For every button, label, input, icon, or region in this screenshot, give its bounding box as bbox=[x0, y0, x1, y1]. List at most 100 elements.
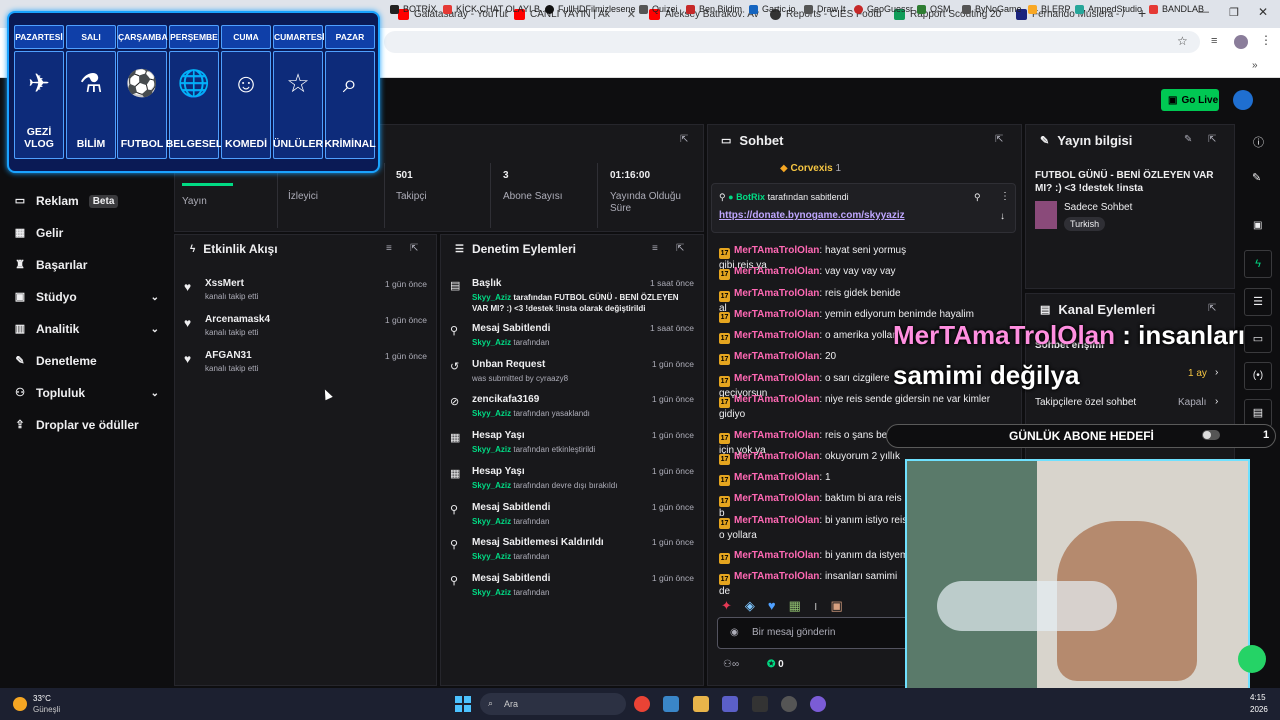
bookmark[interactable]: BOTRİX bbox=[390, 4, 437, 14]
avatar[interactable] bbox=[1233, 90, 1253, 110]
drops-icon: ⇪ bbox=[15, 419, 25, 431]
bookmark[interactable]: AmpedStudio bbox=[1075, 4, 1142, 14]
emote-icon[interactable]: ◈ bbox=[745, 598, 755, 614]
list-item: ♥ Arcenamask4 kanalı takip etti 1 gün ön… bbox=[184, 314, 427, 337]
bookmark[interactable]: BANDLAB bbox=[1149, 4, 1204, 14]
bookmark[interactable]: BLERP bbox=[1028, 4, 1071, 14]
info-icon[interactable]: ⓘ bbox=[1253, 134, 1264, 150]
sidebar-item-analitik[interactable]: ▥ Analitik ⌄ bbox=[14, 322, 159, 336]
sun-icon[interactable] bbox=[13, 697, 27, 711]
chevron-right-icon[interactable]: › bbox=[1215, 396, 1218, 407]
taskbar-search[interactable]: ⌕ Ara bbox=[480, 693, 626, 715]
bookmark[interactable]: Ben Bildim bbox=[686, 4, 742, 14]
moderation-item: ↺ Unban Request was submitted by cyraazy… bbox=[450, 359, 694, 383]
wrench-icon: ✎ bbox=[15, 355, 25, 367]
chevron-down-icon: ⌄ bbox=[150, 291, 159, 303]
subscriber-badge-icon: 17 bbox=[719, 574, 730, 585]
more-icon[interactable]: ⋮ bbox=[1000, 191, 1010, 202]
bookmark-star-icon[interactable]: ☆ bbox=[1177, 34, 1188, 48]
bookmark[interactable]: Quizei bbox=[639, 4, 678, 14]
divider bbox=[597, 163, 598, 228]
bookmark[interactable]: Draw It bbox=[804, 4, 846, 14]
schedule-day: PERŞEMBE 🌐 BELGESEL bbox=[166, 25, 222, 161]
sidebar-item-reklam[interactable]: ▭ Reklam Beta bbox=[14, 194, 159, 208]
subscriber-badge-icon: 17 bbox=[719, 333, 730, 344]
list-icon[interactable]: ☰ bbox=[1244, 288, 1272, 316]
bookmark[interactable]: OSM bbox=[917, 4, 951, 14]
sidebar-item-studyo[interactable]: ▣ Stüdyo ⌄ bbox=[14, 290, 159, 304]
emote-icon[interactable]: ı bbox=[814, 598, 818, 614]
emote-icon[interactable]: ▦ bbox=[789, 598, 801, 614]
sidebar-item-basarilar[interactable]: ♜ Başarılar bbox=[14, 258, 159, 272]
bookmark[interactable]: GeoGuessr bbox=[854, 4, 913, 14]
schedule-day: PAZARTESİ ✈ GEZİ VLOG bbox=[14, 25, 64, 161]
tag[interactable]: Turkish bbox=[1064, 217, 1106, 231]
epic-games-icon[interactable] bbox=[752, 696, 768, 712]
app-icon[interactable] bbox=[810, 696, 826, 712]
shield-icon[interactable]: ▤ bbox=[1244, 399, 1272, 427]
moderation-item: ▦ Hesap Yaşı Skyy_Aziz tarafından devre … bbox=[450, 466, 694, 490]
lightning-icon[interactable]: ϟ bbox=[1244, 250, 1272, 278]
bookmark[interactable]: KİCK CHAT OLAYI B... bbox=[443, 4, 548, 14]
subscriber-badge-icon: 17 bbox=[719, 312, 730, 323]
pin-icon[interactable]: ⚲ bbox=[974, 192, 981, 203]
revenue-icon: ▦ bbox=[14, 227, 26, 239]
address-bar[interactable] bbox=[384, 31, 1200, 53]
app-icon[interactable] bbox=[663, 696, 679, 712]
popout-icon[interactable]: ⇱ bbox=[680, 134, 688, 145]
community-icon[interactable]: ⚇∞ bbox=[723, 659, 739, 670]
bookmark[interactable]: Gartic.io bbox=[749, 4, 796, 14]
sidebar-item-topluluk[interactable]: ⚇ Topluluk ⌄ bbox=[14, 386, 159, 400]
edit-icon[interactable]: ✎ bbox=[1184, 134, 1192, 145]
more-bookmarks-icon[interactable]: » bbox=[1252, 60, 1258, 71]
close-window-button[interactable]: ✕ bbox=[1258, 5, 1268, 19]
science-icon: ⚗ bbox=[79, 68, 103, 98]
edit-icon[interactable]: ✎ bbox=[1252, 171, 1261, 184]
channel-points[interactable]: ✪ 0 bbox=[767, 659, 784, 670]
maximize-button[interactable]: ❐ bbox=[1229, 6, 1239, 19]
bookmark[interactable]: FullHDFilmizlesene bbox=[545, 4, 636, 14]
star-icon: ☆ bbox=[286, 68, 310, 98]
chrome-icon[interactable] bbox=[634, 696, 650, 712]
avatar[interactable] bbox=[1234, 35, 1248, 49]
go-live-button[interactable]: ▣ Go Live bbox=[1161, 89, 1219, 111]
verified-icon: ● bbox=[728, 192, 734, 202]
clip-icon[interactable]: ▣ bbox=[1253, 220, 1262, 231]
windows-start-icon[interactable] bbox=[455, 696, 471, 712]
chat-message: 17 MerTAmaTrolOlan: bi yanım da istyem bbox=[719, 550, 909, 564]
obs-icon[interactable] bbox=[781, 696, 797, 712]
emote-icon[interactable]: ▣ bbox=[831, 598, 843, 614]
emote-picker-icon[interactable]: ◉ bbox=[730, 627, 739, 638]
media-icon[interactable]: ≡ bbox=[1211, 35, 1217, 47]
filter-icon[interactable]: ≡ bbox=[652, 243, 658, 254]
filter-icon[interactable]: ≡ bbox=[386, 243, 392, 254]
menu-icon[interactable]: ⋮ bbox=[1260, 33, 1272, 47]
popout-icon[interactable]: ⇱ bbox=[995, 134, 1003, 145]
popout-icon[interactable]: ⇱ bbox=[1208, 303, 1216, 314]
sidebar-item-denetleme[interactable]: ✎ Denetleme bbox=[14, 354, 159, 368]
sidebar-item-droplar[interactable]: ⇪ Droplar ve ödüller bbox=[14, 418, 159, 432]
schedule-day: CUMARTESİ ☆ ÜNLÜLER bbox=[273, 25, 325, 161]
popout-icon[interactable]: ⇱ bbox=[1208, 134, 1216, 145]
sidebar-item-gelir[interactable]: ▦ Gelir bbox=[14, 226, 159, 240]
teams-icon[interactable] bbox=[722, 696, 738, 712]
emote-icon[interactable]: ♥ bbox=[768, 598, 776, 614]
theater-mask-icon: ☺ bbox=[232, 68, 260, 98]
globe-icon: 🌐 bbox=[177, 68, 211, 98]
schedule-day: ÇARŞAMBA ⚽ FUTBOL bbox=[117, 25, 168, 161]
pinned-link[interactable]: https://donate.bynogame.com/skyyaziz bbox=[719, 210, 905, 221]
arrow-down-icon[interactable]: ↓ bbox=[1000, 211, 1005, 222]
bookmark[interactable]: ByNoGame bbox=[962, 4, 1022, 14]
setting-value[interactable]: Kapalı bbox=[1178, 397, 1206, 408]
popout-icon[interactable]: ⇱ bbox=[410, 243, 418, 254]
emote-icon[interactable]: ✦ bbox=[721, 598, 732, 614]
category-name[interactable]: Sadece Sohbet bbox=[1064, 202, 1132, 213]
folder-icon[interactable] bbox=[693, 696, 709, 712]
popout-icon[interactable]: ⇱ bbox=[676, 243, 684, 254]
globe-plane-icon: ✈ bbox=[28, 68, 50, 98]
toggle-switch[interactable] bbox=[1202, 430, 1220, 440]
pin-icon: ⚲ bbox=[450, 325, 459, 337]
weather-desc: Güneşli bbox=[33, 705, 61, 714]
stat-label: Yayın bbox=[182, 196, 207, 207]
stat-label: İzleyici bbox=[288, 191, 319, 202]
